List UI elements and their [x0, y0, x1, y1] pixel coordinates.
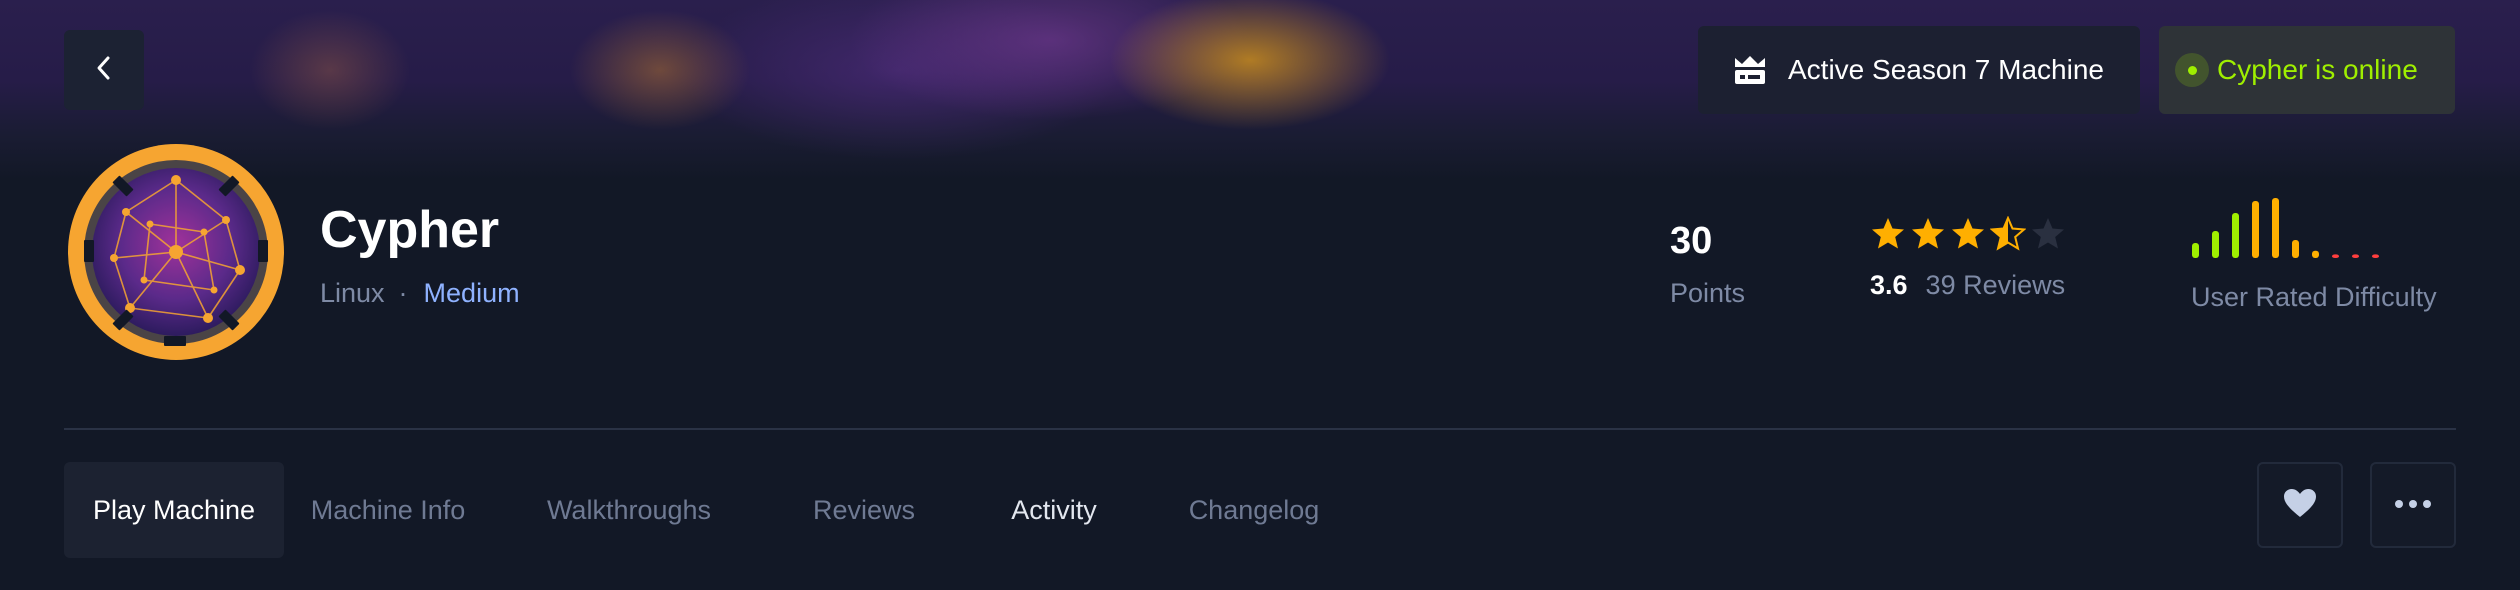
difficulty-bar: [2192, 243, 2199, 258]
favorite-button[interactable]: [2257, 462, 2343, 548]
difficulty-bar: [2312, 250, 2319, 258]
more-options-icon: [2393, 496, 2433, 514]
star-icon: [1952, 218, 1984, 249]
chevron-left-icon: [94, 55, 114, 86]
machine-avatar: [64, 140, 288, 364]
difficulty-bar: [2212, 231, 2219, 258]
machine-page: Active Season 7 Machine Cypher is online: [0, 0, 2520, 590]
tab-reviews[interactable]: Reviews: [794, 462, 934, 558]
rating-value: 3.6: [1870, 270, 1908, 300]
star-icon: [1912, 218, 1944, 249]
season-crown-icon: [1732, 54, 1768, 86]
tab-changelog[interactable]: Changelog: [1172, 462, 1336, 558]
user-difficulty-chart[interactable]: [2190, 196, 2390, 260]
season-badge-label: Active Season 7 Machine: [1788, 54, 2104, 85]
tab-activity[interactable]: Activity: [994, 462, 1114, 558]
rating-stat[interactable]: 3.6 39 Reviews: [1870, 216, 2066, 301]
header-divider: [64, 428, 2456, 430]
star-icon: [1990, 216, 2026, 251]
user-difficulty-label: User Rated Difficulty: [2191, 282, 2437, 312]
machine-os: Linux: [320, 278, 385, 308]
header-banner: [0, 0, 2520, 180]
difficulty-bar: [2372, 254, 2379, 258]
star-icon: [2032, 218, 2064, 249]
online-status-label: Cypher is online: [2217, 54, 2418, 85]
points-stat: 30 Points: [1670, 218, 1745, 309]
online-status-badge: Cypher is online: [2159, 26, 2455, 114]
difficulty-bar: [2272, 198, 2279, 258]
points-value: 30: [1670, 220, 1713, 262]
machine-name: Cypher: [320, 201, 500, 259]
back-button[interactable]: [64, 30, 144, 110]
difficulty-bar: [2232, 213, 2239, 258]
difficulty-bar: [2332, 254, 2339, 258]
machine-meta: Linux · Medium: [320, 278, 520, 309]
difficulty-bar: [2352, 254, 2359, 258]
reviews-count[interactable]: 39 Reviews: [1926, 270, 2066, 301]
difficulty-bar: [2292, 240, 2299, 258]
difficulty-bar: [2252, 201, 2259, 258]
tab-play-machine[interactable]: Play Machine: [64, 462, 284, 558]
points-label: Points: [1670, 278, 1746, 308]
star-rating: [1870, 216, 2066, 252]
meta-separator: ·: [398, 278, 408, 308]
season-machine-badge[interactable]: Active Season 7 Machine: [1698, 26, 2140, 114]
tab-walkthroughs[interactable]: Walkthroughs: [538, 462, 720, 558]
heart-icon: [2282, 487, 2318, 524]
machine-difficulty[interactable]: Medium: [424, 278, 520, 309]
tab-machine-info[interactable]: Machine Info: [304, 462, 472, 558]
star-icon: [1872, 218, 1904, 249]
online-dot-icon: [2175, 53, 2209, 87]
more-options-button[interactable]: [2370, 462, 2456, 548]
